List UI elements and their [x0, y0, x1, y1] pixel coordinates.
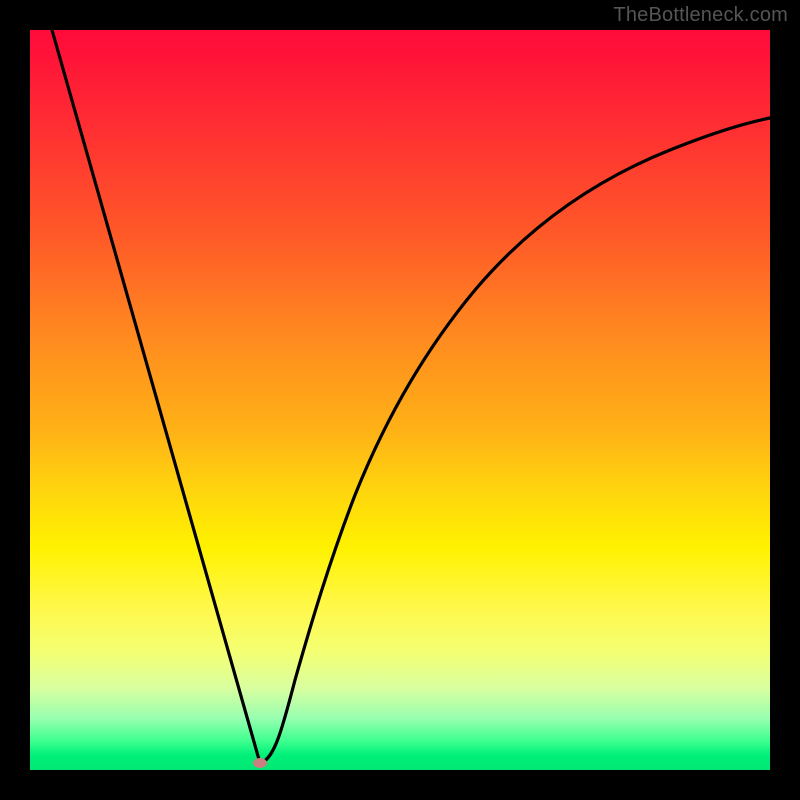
- watermark-label: TheBottleneck.com: [613, 4, 788, 27]
- chart-plot-area: [30, 30, 770, 770]
- gradient-background: [30, 30, 770, 770]
- minimum-marker: [253, 758, 267, 768]
